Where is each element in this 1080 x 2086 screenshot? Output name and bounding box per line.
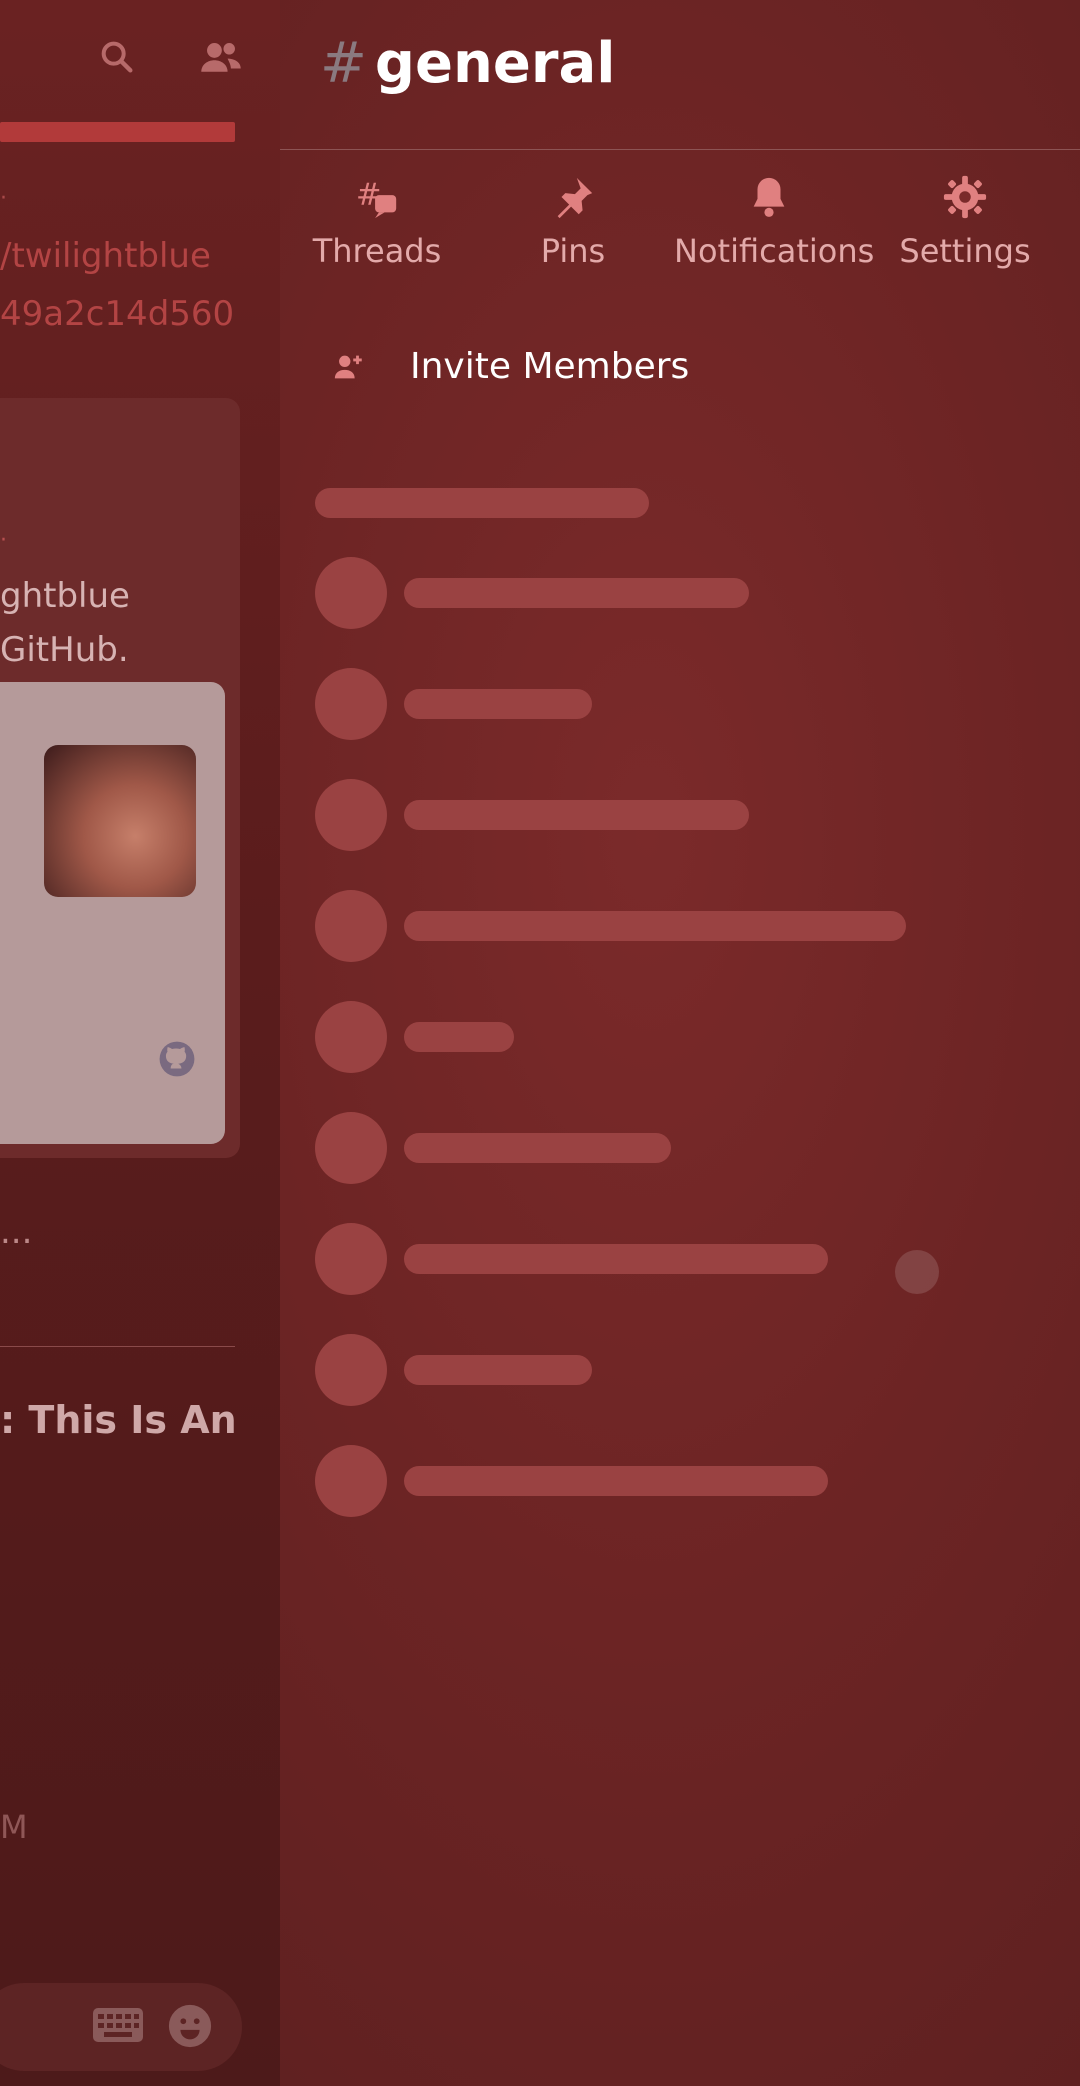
touch-indicator bbox=[895, 1250, 939, 1294]
divider bbox=[0, 1346, 235, 1347]
tab-label: Notifications bbox=[674, 232, 875, 270]
bell-icon bbox=[744, 172, 794, 222]
skeleton-line bbox=[404, 1355, 592, 1385]
skeleton-avatar bbox=[315, 1334, 387, 1406]
header-divider bbox=[280, 149, 1080, 150]
tab-threads[interactable]: # Threads bbox=[282, 172, 472, 270]
members-icon[interactable] bbox=[198, 34, 244, 80]
skeleton-line bbox=[404, 800, 749, 830]
skeleton-avatar bbox=[315, 1001, 387, 1073]
keyboard-icon[interactable] bbox=[92, 2007, 144, 2043]
skeleton-line bbox=[404, 1244, 828, 1274]
message-link-line2[interactable]: 49a2c14d560 bbox=[0, 294, 270, 334]
tab-notifications[interactable]: Notifications bbox=[674, 172, 875, 270]
tab-pins[interactable]: Pins bbox=[478, 172, 668, 270]
embed-text-line1: ghtblue bbox=[0, 576, 130, 616]
skeleton-avatar bbox=[315, 1112, 387, 1184]
chat-header-icons bbox=[94, 34, 244, 80]
tab-label: Pins bbox=[540, 232, 606, 270]
emoji-icon[interactable] bbox=[167, 2003, 213, 2049]
message-link-line1[interactable]: /twilightblue bbox=[0, 236, 270, 276]
skeleton-avatar bbox=[315, 557, 387, 629]
message-title: : This Is An bbox=[0, 1398, 237, 1442]
timestamp-fragment: M bbox=[0, 1808, 28, 1846]
embed-dot: · bbox=[0, 528, 7, 553]
skeleton-avatar bbox=[315, 1223, 387, 1295]
skeleton-line bbox=[404, 1133, 671, 1163]
search-icon[interactable] bbox=[94, 34, 140, 80]
left-chat-panel: · /twilightblue 49a2c14d560 · ghtblue Gi… bbox=[0, 0, 280, 2086]
add-user-icon bbox=[334, 355, 362, 378]
embed-text-line2: GitHub. bbox=[0, 630, 129, 670]
bullet: · bbox=[0, 186, 7, 211]
skeleton-avatar bbox=[315, 890, 387, 962]
channel-hash: # bbox=[320, 31, 367, 96]
skeleton-line bbox=[404, 911, 906, 941]
skeleton-avatar bbox=[315, 668, 387, 740]
skeleton-line bbox=[404, 1466, 828, 1496]
threads-icon: # bbox=[352, 172, 402, 222]
skeleton-header bbox=[315, 488, 649, 518]
github-icon bbox=[158, 1040, 196, 1078]
invite-members-button[interactable]: Invite Members bbox=[332, 346, 689, 387]
skeleton-line bbox=[404, 578, 749, 608]
ellipsis: ... bbox=[0, 1212, 33, 1252]
channel-title: # general bbox=[320, 36, 615, 92]
tab-label: Settings bbox=[899, 232, 1031, 270]
skeleton-line bbox=[404, 1022, 514, 1052]
active-bar bbox=[0, 122, 235, 142]
tab-label: Threads bbox=[312, 232, 442, 270]
channel-drawer bbox=[280, 0, 1080, 2086]
skeleton-avatar bbox=[315, 1445, 387, 1517]
embed-avatar-image bbox=[44, 745, 196, 897]
gear-icon bbox=[940, 172, 990, 222]
skeleton-avatar bbox=[315, 779, 387, 851]
pin-icon bbox=[548, 172, 598, 222]
skeleton-line bbox=[404, 689, 592, 719]
invite-members-label: Invite Members bbox=[410, 346, 690, 387]
channel-name: general bbox=[374, 31, 616, 96]
tab-settings[interactable]: Settings bbox=[870, 172, 1060, 270]
